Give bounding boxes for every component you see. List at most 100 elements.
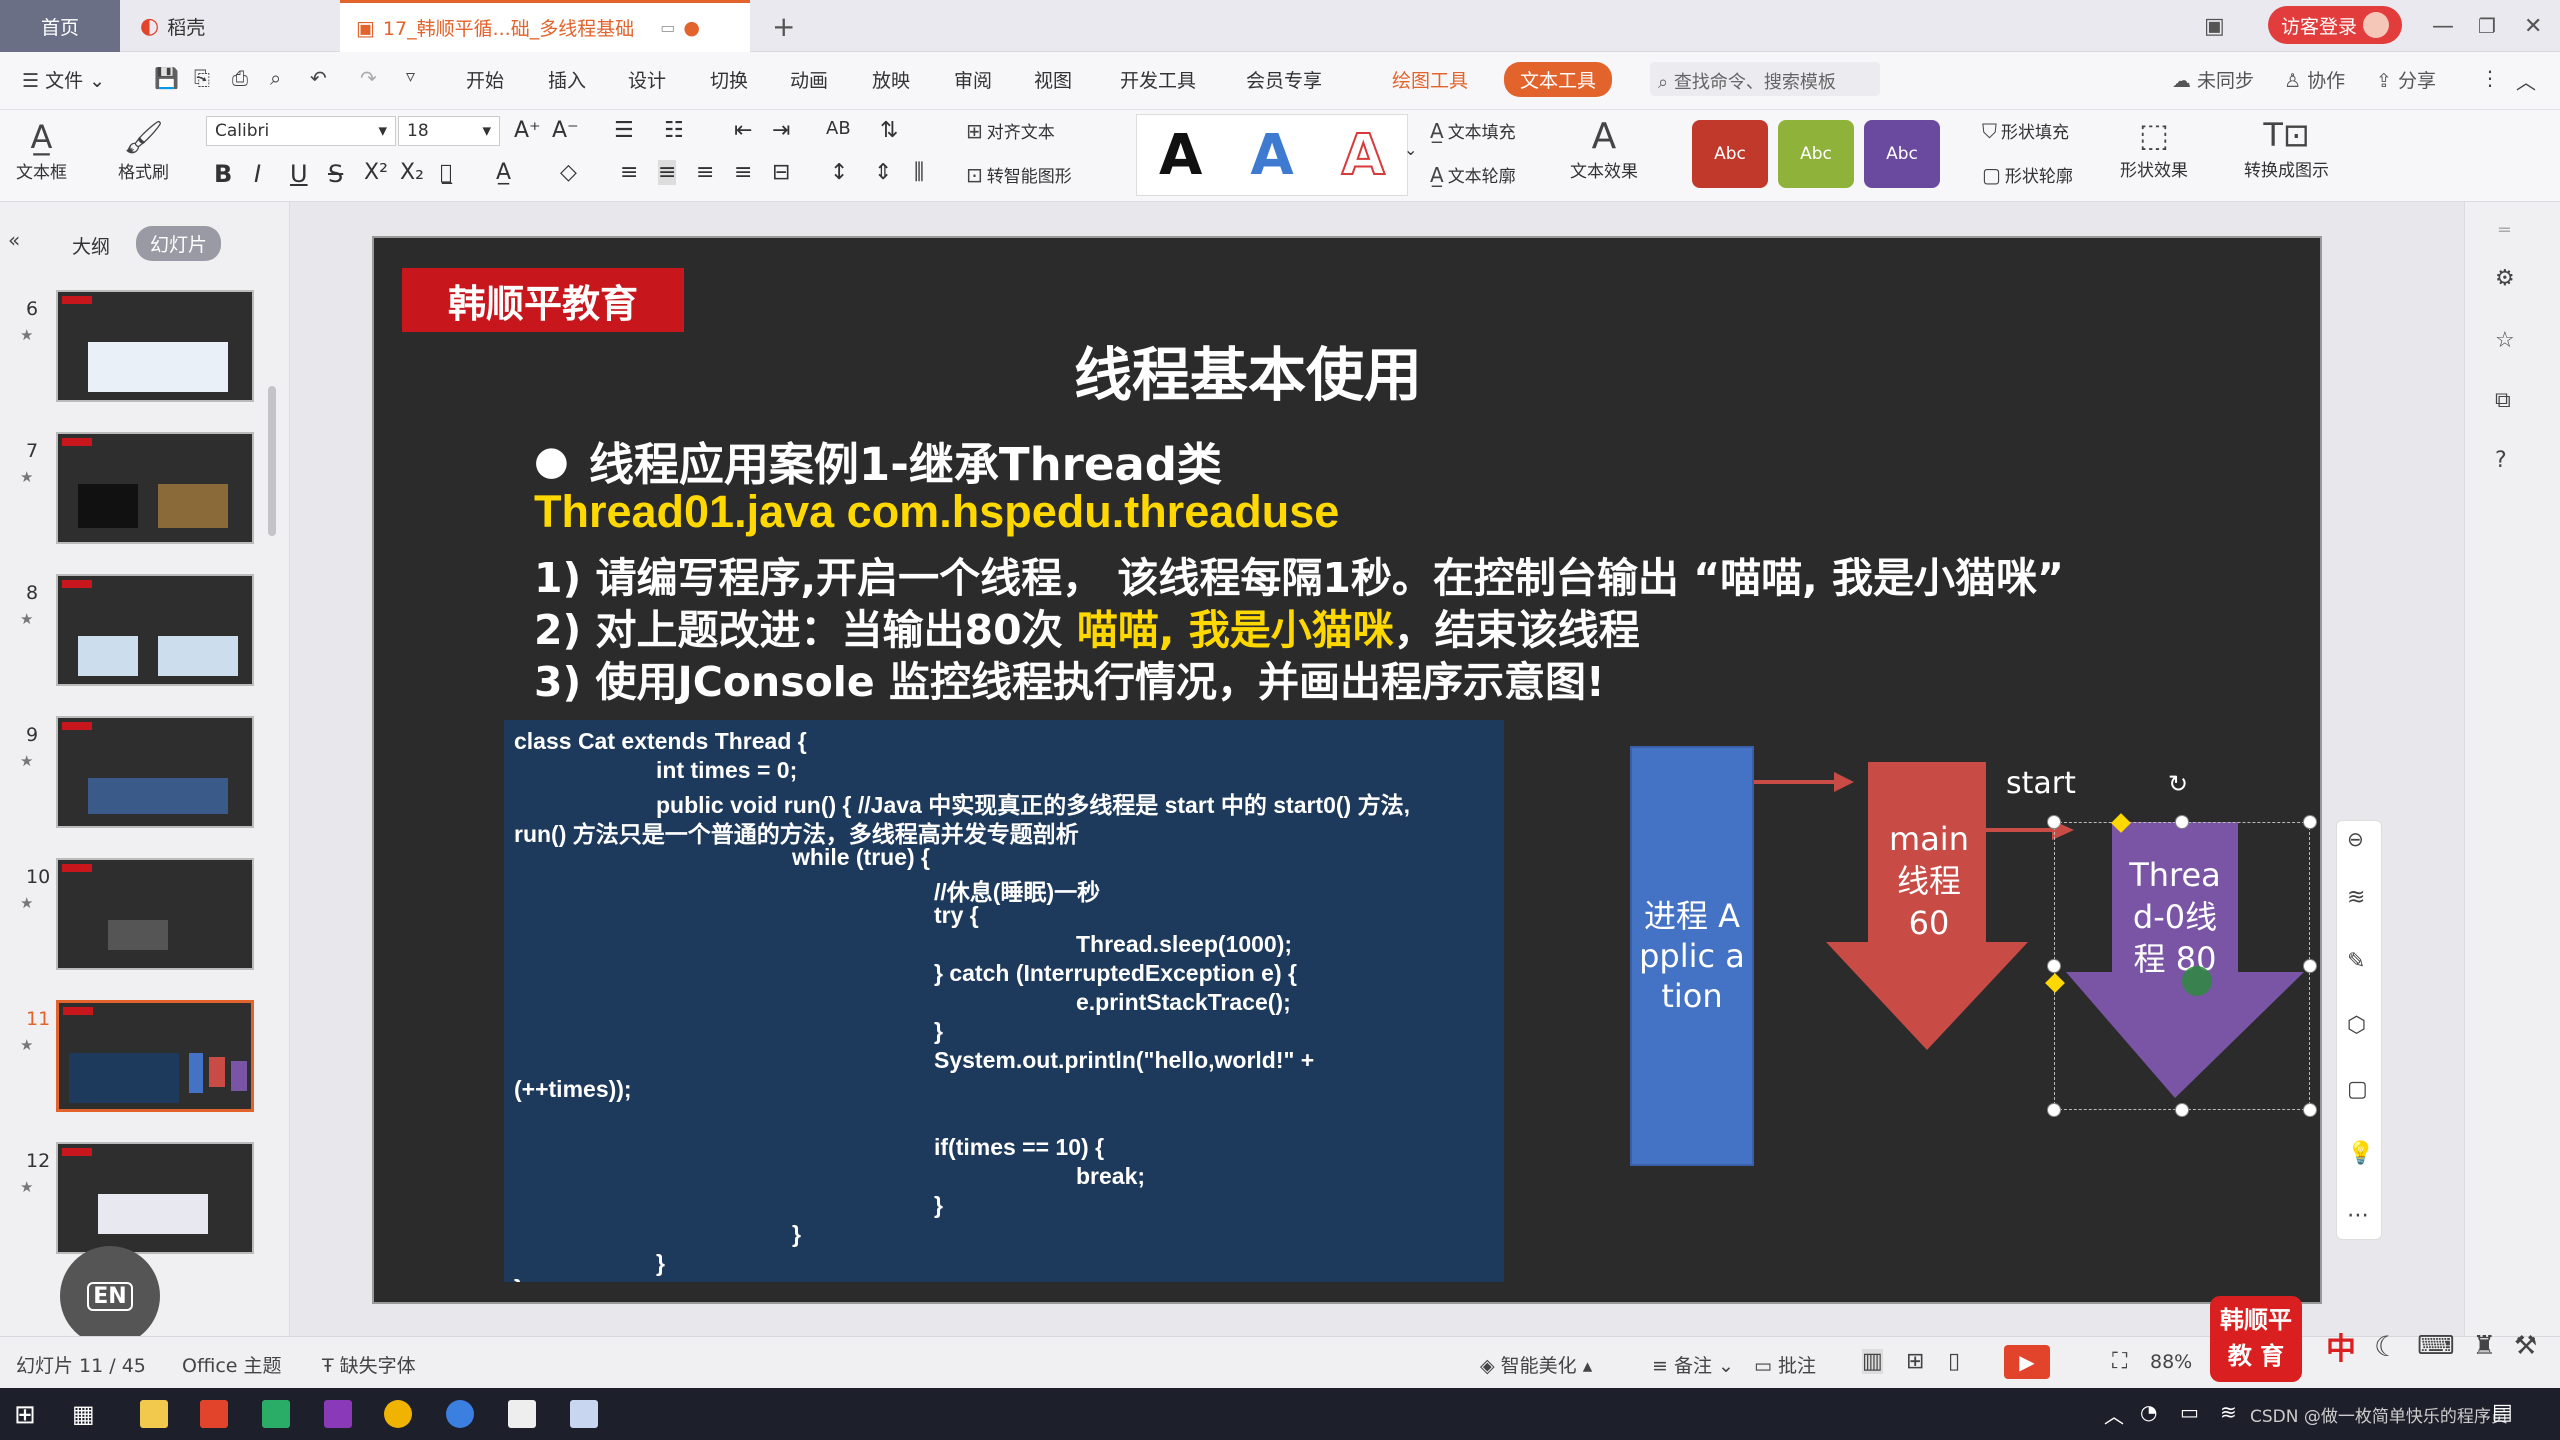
bulb-icon[interactable]: 💡 xyxy=(2347,1141,2374,1166)
superscript-icon[interactable]: X² xyxy=(364,160,388,185)
ime-chinese-label[interactable]: 中 xyxy=(2326,1324,2356,1368)
collapse-panel-icon[interactable]: « xyxy=(8,228,20,252)
numbering-icon[interactable]: ☷ xyxy=(664,118,684,143)
taskbar-app-browser[interactable] xyxy=(446,1400,474,1428)
new-tab-button[interactable]: + xyxy=(772,0,802,52)
textbox-button[interactable]: A̲ 文本框 xyxy=(16,118,67,183)
skin-icon[interactable]: ♜ xyxy=(2473,1331,2496,1361)
resize-handle[interactable] xyxy=(2047,1103,2061,1117)
monitor-icon[interactable]: ▭ xyxy=(660,18,675,37)
shape-style-purple[interactable]: Abc xyxy=(1864,120,1940,188)
text-fill-button[interactable]: A̲ 文本填充 xyxy=(1430,118,1516,144)
para-spacing-icon[interactable]: ⇕ xyxy=(874,160,892,185)
text-effect-button[interactable]: A 文本效果 xyxy=(1570,116,1638,182)
taskbar-app-notes[interactable] xyxy=(570,1400,598,1428)
tray-wifi-icon[interactable]: ≋ xyxy=(2220,1400,2237,1424)
ime-en-button[interactable]: EN xyxy=(60,1246,160,1346)
taskbar-app-wechat[interactable] xyxy=(262,1400,290,1428)
font-select[interactable]: Calibri ▾ xyxy=(206,116,396,146)
bullets-icon[interactable]: ☰ xyxy=(614,118,634,143)
menu-developer[interactable]: 开发工具 xyxy=(1120,66,1196,93)
sorter-view-icon[interactable]: ⊞ xyxy=(1906,1349,1924,1374)
shape-style-red[interactable]: Abc xyxy=(1692,120,1768,188)
pen-icon[interactable]: ✎ xyxy=(2347,949,2365,974)
save-icon[interactable]: 💾 xyxy=(154,66,179,90)
style-red-a[interactable]: A xyxy=(1341,122,1386,189)
slide-thumbnail[interactable] xyxy=(56,1142,254,1254)
menu-text-tools[interactable]: 文本工具 xyxy=(1504,62,1613,97)
phonetic-icon[interactable]: 文̲ xyxy=(440,160,452,184)
tab-home[interactable]: 首页 xyxy=(0,0,120,52)
more-icon[interactable]: ⋮ xyxy=(2480,66,2500,90)
convert-diagram-button[interactable]: T⊡ 转换成图示 xyxy=(2244,116,2329,181)
minimize-icon[interactable]: — xyxy=(2432,0,2454,52)
style-black-a[interactable]: A xyxy=(1159,123,1202,188)
indent-less-icon[interactable]: ⇤ xyxy=(734,118,752,143)
window-mode-icon[interactable]: ▣ xyxy=(2204,0,2225,52)
strikethrough-icon[interactable]: S xyxy=(328,160,343,188)
menu-animation[interactable]: 动画 xyxy=(790,66,828,93)
slide-thumbnail[interactable] xyxy=(56,432,254,544)
shape-outline-button[interactable]: ▢ 形状轮廓 xyxy=(1982,162,2073,188)
help-icon[interactable]: ? xyxy=(2495,448,2507,473)
command-search[interactable]: ⌕ 查找命令、搜索模板 xyxy=(1650,62,1880,96)
shape-fill-button[interactable]: ⛉ 形状填充 xyxy=(1982,118,2069,144)
play-slideshow-button[interactable]: ▶ xyxy=(2004,1345,2050,1379)
shrink-font-icon[interactable]: A⁻ xyxy=(552,118,579,143)
columns-icon[interactable]: ⫼ xyxy=(914,160,924,185)
print-icon[interactable]: ⎙ xyxy=(232,66,248,90)
menu-insert[interactable]: 插入 xyxy=(548,66,586,93)
resize-handle[interactable] xyxy=(2303,815,2317,829)
bold-icon[interactable]: B xyxy=(214,160,232,188)
font-size-select[interactable]: 18 ▾ xyxy=(398,116,500,146)
menu-view[interactable]: 视图 xyxy=(1034,66,1072,93)
slide-thumbnail[interactable] xyxy=(56,716,254,828)
restore-icon[interactable]: ❐ xyxy=(2478,0,2496,52)
sync-status[interactable]: ☁ 未同步 xyxy=(2172,66,2254,93)
preview-icon[interactable]: ⌕ xyxy=(270,66,281,90)
missing-font-button[interactable]: Ŧ 缺失字体 xyxy=(322,1351,416,1378)
comment-button[interactable]: ▭ 批注 xyxy=(1754,1351,1816,1378)
menu-vip[interactable]: 会员专享 xyxy=(1246,66,1322,93)
align-right-icon[interactable]: ≡ xyxy=(696,160,714,185)
indent-more-icon[interactable]: ⇥ xyxy=(772,118,790,143)
sort-icon[interactable]: ⇅ xyxy=(880,118,898,143)
font-color-icon[interactable]: A̲ xyxy=(496,160,511,185)
task-view-icon[interactable]: ▦ xyxy=(72,1400,95,1428)
char-spacing-icon[interactable]: AB xyxy=(826,118,851,139)
keyboard-icon[interactable]: ⌨ xyxy=(2417,1331,2455,1361)
share-button[interactable]: ⇪ 分享 xyxy=(2376,66,2436,93)
resize-handle[interactable] xyxy=(2047,815,2061,829)
more-tools-icon[interactable]: ⋯ xyxy=(2347,1203,2369,1228)
resize-handle[interactable] xyxy=(2303,1103,2317,1117)
panel-scrollbar[interactable] xyxy=(268,386,276,536)
undo-icon[interactable]: ↶ xyxy=(310,66,327,90)
line-spacing-icon[interactable]: ↕ xyxy=(830,160,848,185)
beautify-button[interactable]: ◈ 智能美化 ▴ xyxy=(1480,1351,1592,1378)
taskbar-app-chrome[interactable] xyxy=(384,1400,412,1428)
tab-daoke[interactable]: ◐ 稻壳 xyxy=(124,0,334,52)
collapse-ribbon-icon[interactable]: ︿ xyxy=(2516,66,2536,95)
menu-draw-tools[interactable]: 绘图工具 xyxy=(1392,66,1468,93)
taskbar-app-xmind[interactable] xyxy=(200,1400,228,1428)
process-box[interactable]: 进程 Applic ation xyxy=(1630,746,1754,1166)
rotate-handle-icon[interactable]: ↻ xyxy=(2168,770,2188,798)
resize-handle[interactable] xyxy=(2047,959,2061,973)
redo-icon[interactable]: ↷ xyxy=(360,66,377,90)
menu-review[interactable]: 审阅 xyxy=(954,66,992,93)
notification-icon[interactable]: ▤ xyxy=(2492,1400,2513,1425)
taskbar-app-explorer[interactable] xyxy=(140,1400,168,1428)
underline-icon[interactable]: U xyxy=(290,160,308,188)
login-button[interactable]: 访客登录 xyxy=(2268,6,2402,44)
copy-icon[interactable]: ⧉ xyxy=(2495,388,2511,413)
align-left-icon[interactable]: ≡ xyxy=(620,160,638,185)
resize-handle[interactable] xyxy=(2175,1103,2189,1117)
slide-thumbnail[interactable] xyxy=(56,574,254,686)
fill-icon[interactable]: ⬡ xyxy=(2347,1013,2366,1038)
grow-font-icon[interactable]: A⁺ xyxy=(514,118,541,143)
gallery-expand-icon[interactable]: ⌄ xyxy=(1404,140,1417,159)
italic-icon[interactable]: I xyxy=(254,160,261,188)
taskbar-app-terminal[interactable] xyxy=(508,1400,536,1428)
menu-start[interactable]: 开始 xyxy=(466,66,504,93)
reading-view-icon[interactable]: ▯ xyxy=(1948,1349,1960,1374)
